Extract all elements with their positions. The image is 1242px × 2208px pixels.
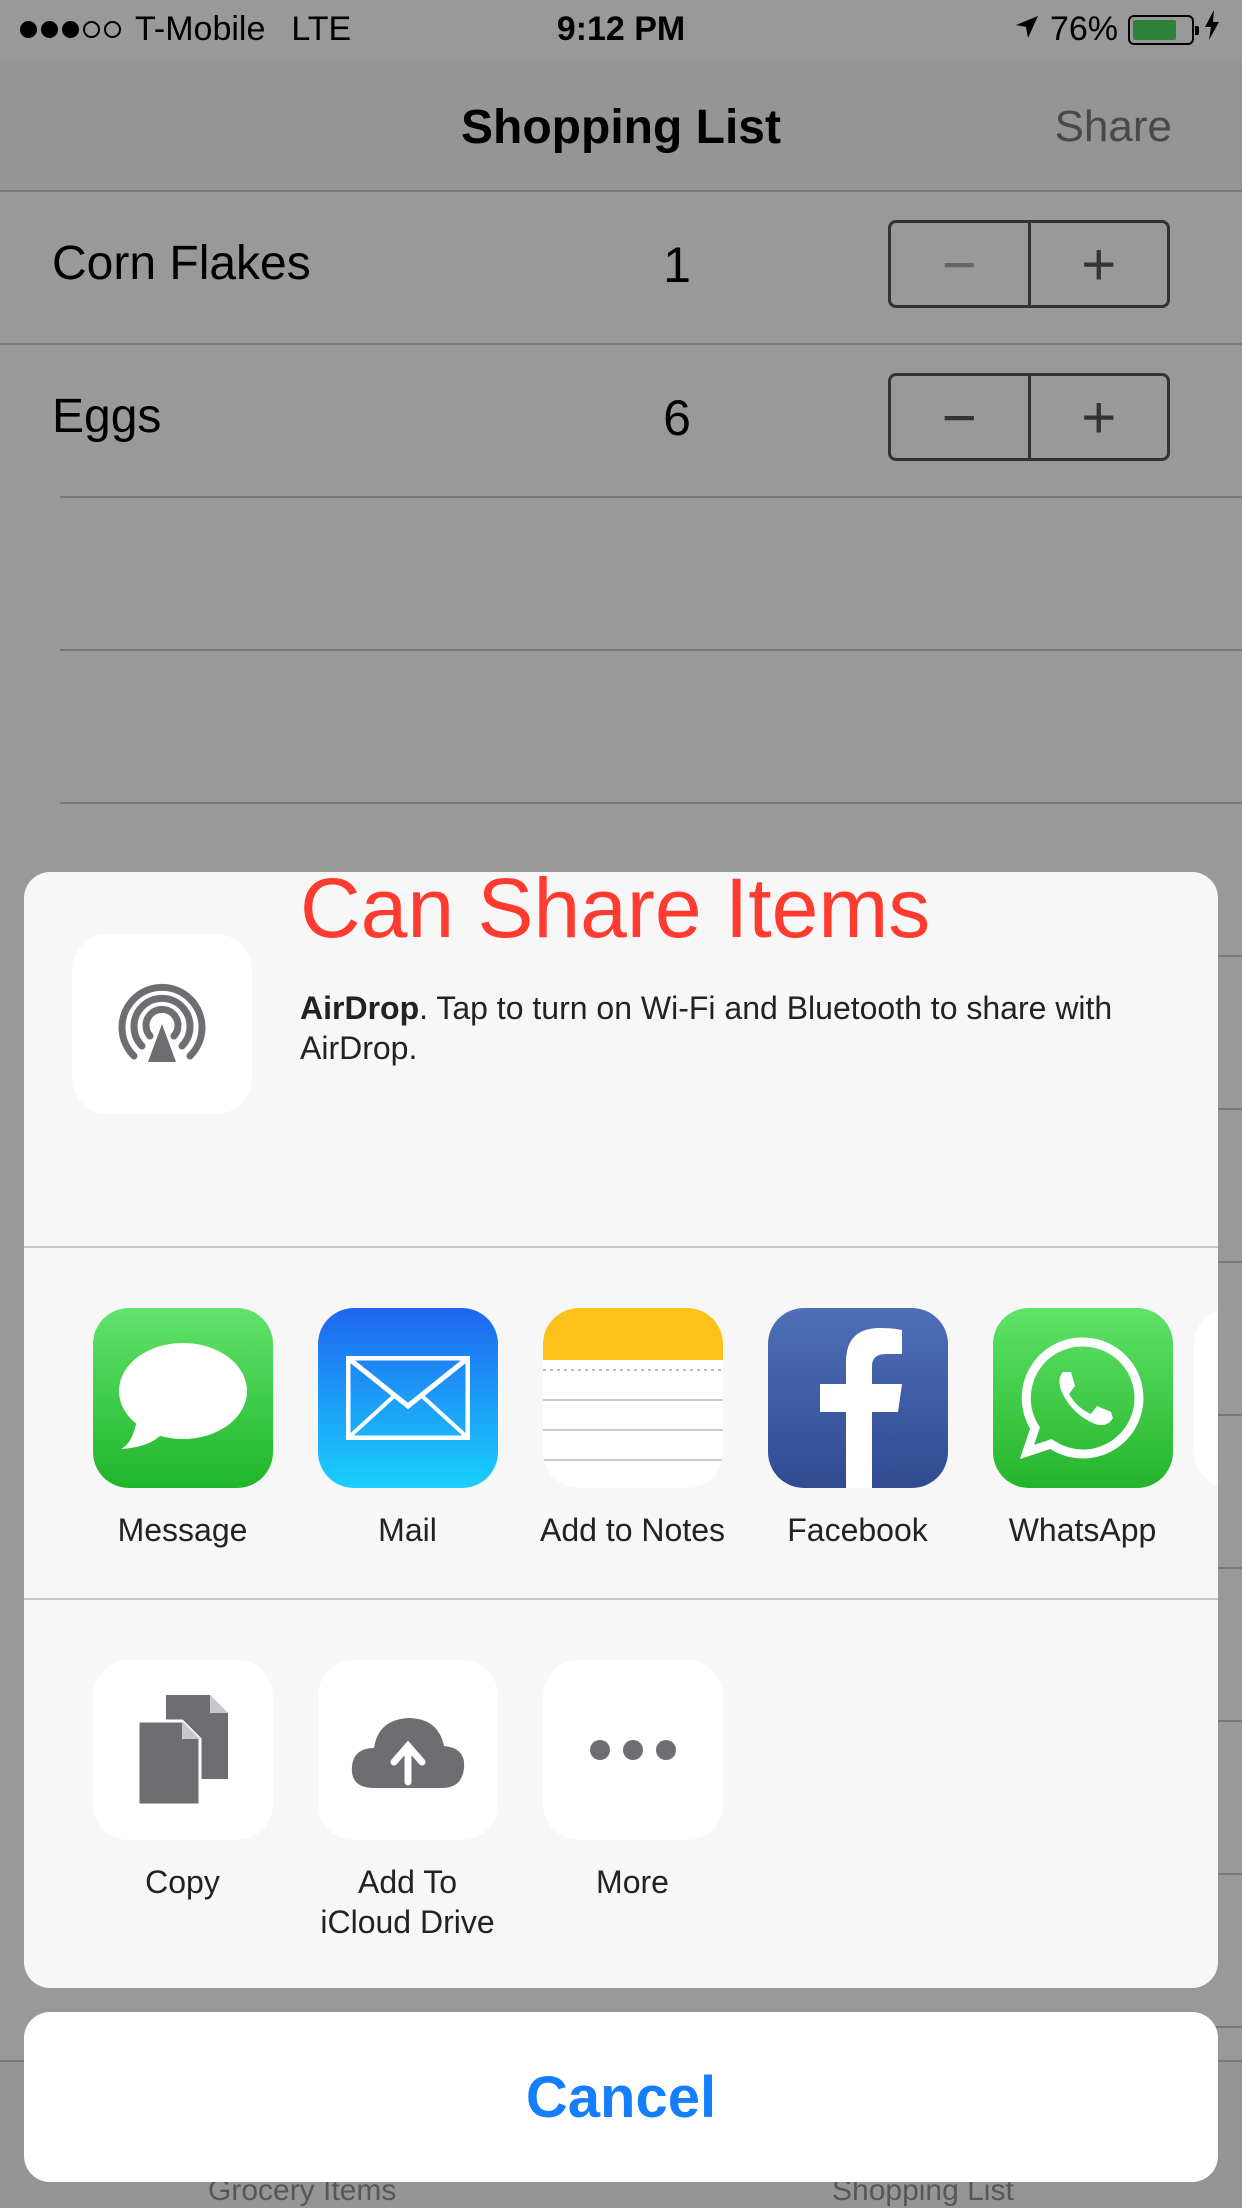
action-label: Copy	[145, 1864, 220, 1900]
facebook-icon	[767, 1308, 948, 1488]
share-sheet: AirDrop. Tap to turn on Wi-Fi and Blueto…	[24, 872, 1218, 1988]
more-icon	[542, 1660, 723, 1840]
whatsapp-icon	[992, 1308, 1173, 1488]
share-app-partial[interactable]	[1194, 1308, 1218, 1488]
share-app-label: WhatsApp	[1008, 1512, 1157, 1548]
share-app-label: Message	[117, 1512, 248, 1548]
action-copy[interactable]: Copy	[70, 1660, 295, 1902]
action-icloud-drive[interactable]: Add To iCloud Drive	[295, 1660, 520, 1942]
message-icon	[92, 1308, 273, 1488]
copy-icon	[92, 1660, 273, 1840]
mail-icon	[317, 1308, 498, 1488]
notes-icon	[542, 1308, 723, 1488]
share-app-mail[interactable]: Mail	[295, 1308, 520, 1550]
airdrop-description: AirDrop. Tap to turn on Wi-Fi and Blueto…	[300, 988, 1160, 1068]
share-app-label: Mail	[378, 1512, 437, 1548]
share-apps-row: Message Mail Add to Notes Facebook Whats…	[24, 1248, 1218, 1600]
share-app-facebook[interactable]: Facebook	[745, 1308, 970, 1550]
action-more[interactable]: More	[520, 1660, 745, 1902]
share-app-notes[interactable]: Add to Notes	[520, 1308, 745, 1550]
icloud-upload-icon	[317, 1660, 498, 1840]
share-app-message[interactable]: Message	[70, 1308, 295, 1550]
share-app-label: Add to Notes	[540, 1512, 725, 1548]
share-actions-row: Copy Add To iCloud Drive More	[24, 1600, 1218, 1988]
action-label: Add To iCloud Drive	[320, 1864, 495, 1940]
airdrop-instructions: . Tap to turn on Wi-Fi and Bluetooth to …	[300, 990, 1113, 1066]
action-label: More	[596, 1864, 669, 1900]
share-app-whatsapp[interactable]: WhatsApp	[970, 1308, 1195, 1550]
share-app-label: Facebook	[787, 1512, 928, 1548]
airdrop-title: AirDrop	[300, 990, 420, 1026]
cancel-button[interactable]: Cancel	[24, 2012, 1218, 2182]
airdrop-icon[interactable]	[72, 934, 252, 1114]
annotation-text: Can Share Items	[300, 861, 931, 955]
